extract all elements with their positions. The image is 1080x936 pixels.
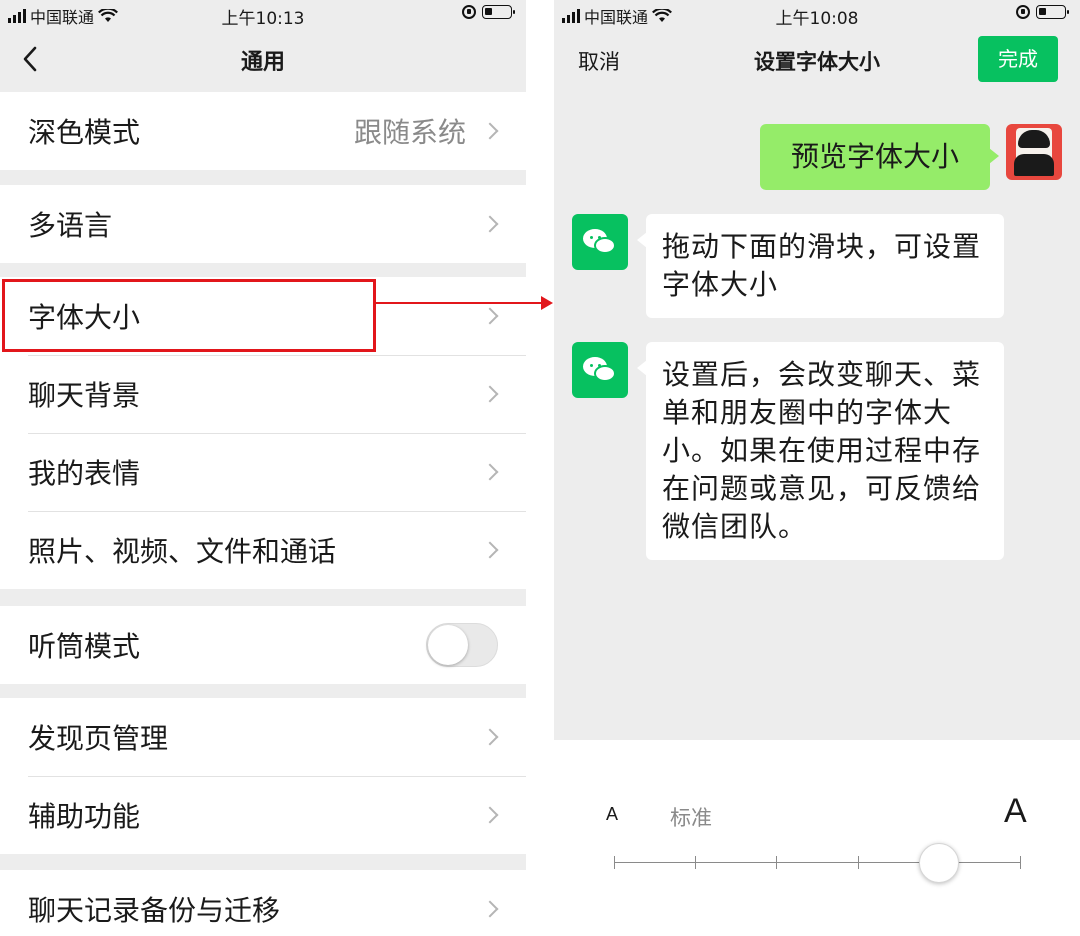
settings-item-stickers[interactable]: 我的表情 (0, 433, 526, 511)
chevron-right-icon (481, 541, 499, 559)
settings-item-label: 多语言 (28, 209, 113, 242)
chevron-right-icon (481, 122, 499, 140)
slider-thumb[interactable] (918, 843, 959, 883)
settings-item-label: 发现页管理 (28, 722, 169, 755)
wechat-icon (572, 342, 628, 398)
toggle-knob (428, 625, 468, 665)
settings-item-accessibility[interactable]: 辅助功能 (0, 776, 526, 854)
rotation-lock-icon (1016, 5, 1030, 19)
settings-item-language[interactable]: 多语言 (0, 185, 526, 263)
settings-group: 多语言 (0, 185, 526, 263)
slider-tick (857, 856, 859, 869)
message-bubble-bot: 设置后，会改变聊天、菜单和朋友圈中的字体大小。如果在使用过程中存在问题或意见，可… (637, 342, 1004, 560)
settings-group: 深色模式 跟随系统 (0, 92, 526, 170)
chevron-right-icon (481, 215, 499, 233)
settings-item-label: 我的表情 (28, 457, 141, 490)
status-time: 上午10:13 (221, 9, 305, 29)
settings-item-label: 听筒模式 (28, 630, 141, 663)
rotation-lock-icon (462, 5, 476, 19)
message-bubble-bot: 拖动下面的滑块，可设置字体大小 (637, 214, 1004, 318)
settings-item-media[interactable]: 照片、视频、文件和通话 (0, 511, 526, 589)
chevron-right-icon (481, 463, 499, 481)
settings-group: 聊天记录备份与迁移 (0, 870, 526, 936)
nav-bar: 通用 (0, 34, 526, 84)
settings-screen: 中国联通 上午10:13 通用 深色模式 跟随系统 多语言 字体大小 聊天背景 … (0, 0, 526, 936)
status-bar: 中国联通 上午10:08 (554, 0, 1080, 30)
chevron-right-icon (481, 806, 499, 824)
font-size-slider-panel: A 标准 A (554, 740, 1080, 936)
annotation-arrow (376, 302, 544, 304)
chevron-right-icon (481, 307, 499, 325)
page-title: 通用 (240, 50, 285, 75)
settings-group: 听筒模式 (0, 606, 526, 684)
annotation-arrow-head (541, 296, 553, 310)
settings-item-label: 聊天背景 (28, 379, 141, 412)
settings-item-label: 辅助功能 (28, 800, 141, 833)
slider-tick (776, 856, 778, 869)
chevron-right-icon (481, 728, 499, 746)
highlight-box (2, 279, 376, 352)
chevron-right-icon (481, 385, 499, 403)
large-font-label: A (1004, 792, 1027, 830)
settings-item-label: 照片、视频、文件和通话 (28, 535, 337, 568)
font-size-screen: 中国联通 上午10:08 取消 设置字体大小 完成 预览字体大小 拖动下面的滑块… (554, 0, 1080, 936)
small-font-label: A (606, 804, 619, 824)
settings-item-chat-backup[interactable]: 聊天记录备份与迁移 (0, 870, 526, 936)
message-bubble-self: 预览字体大小 (760, 124, 999, 190)
wechat-icon (572, 214, 628, 270)
settings-item-chat-background[interactable]: 聊天背景 (0, 355, 526, 433)
battery-icon (1036, 5, 1069, 19)
slider-tick (695, 856, 697, 869)
settings-item-label: 深色模式 (28, 116, 141, 149)
avatar (1006, 124, 1062, 180)
nav-bar: 取消 设置字体大小 完成 (554, 34, 1080, 86)
status-time: 上午10:08 (775, 9, 859, 29)
done-button[interactable]: 完成 (978, 36, 1058, 82)
settings-item-discover-manage[interactable]: 发现页管理 (0, 698, 526, 776)
earpiece-mode-toggle[interactable] (426, 623, 498, 667)
status-bar: 中国联通 上午10:13 (0, 0, 526, 30)
battery-icon (482, 5, 515, 19)
settings-group: 发现页管理 辅助功能 (0, 698, 526, 854)
slider-tick (614, 856, 615, 869)
standard-label: 标准 (670, 806, 712, 830)
settings-item-value: 跟随系统 (353, 116, 466, 149)
settings-item-label: 聊天记录备份与迁移 (28, 894, 281, 927)
chevron-right-icon (481, 900, 499, 918)
slider-track[interactable] (614, 862, 1020, 863)
slider-tick (1020, 856, 1021, 869)
settings-item-earpiece-mode: 听筒模式 (0, 606, 526, 684)
settings-item-dark-mode[interactable]: 深色模式 跟随系统 (0, 92, 526, 170)
